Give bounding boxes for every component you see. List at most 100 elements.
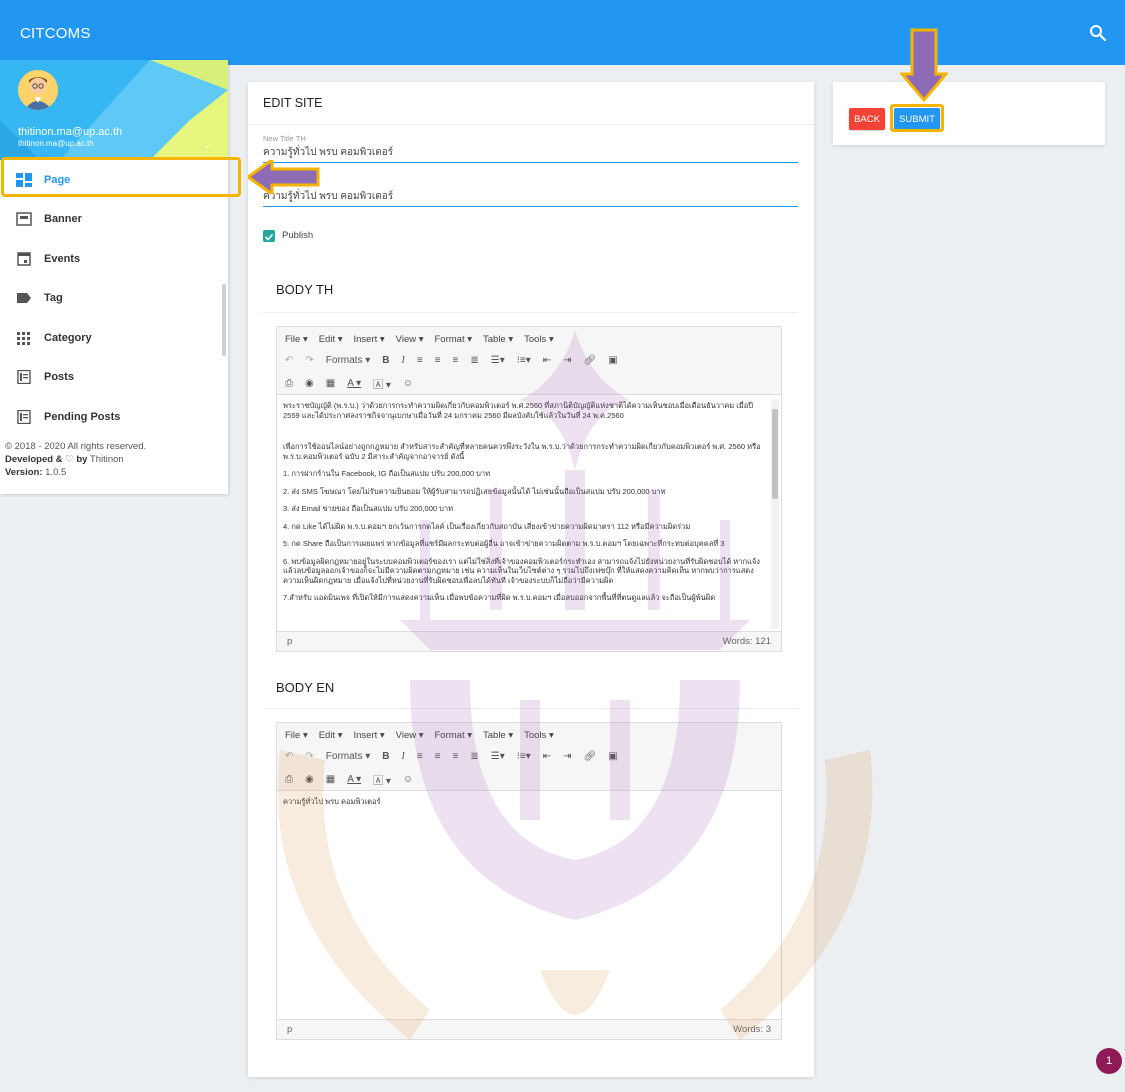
undo-icon[interactable]: ↶ [285, 355, 293, 366]
title-th-input[interactable]: ความรู้ทั่วไป พรบ คอมพิวเตอร์ [263, 145, 798, 163]
grid-icon [17, 331, 30, 345]
print-icon[interactable]: ⎙ [285, 378, 293, 389]
paragraph: 1. การฝากร้านใน Facebook, IG ถือเป็นสแปม… [283, 469, 491, 478]
sidebar-item-events[interactable]: Events [0, 239, 222, 279]
sidebar-item-label: Tag [44, 292, 63, 305]
page-title: EDIT SITE [263, 96, 323, 110]
menu-edit[interactable]: Edit ▾ [319, 730, 343, 741]
body-th-content[interactable]: พระราชบัญญัติ (พ.ร.บ.) ว่าด้วยการกระทำคว… [277, 395, 781, 631]
sidebar-item-category[interactable]: Category [0, 318, 222, 358]
align-right-icon[interactable]: ≡ [453, 751, 459, 762]
menu-table[interactable]: Table ▾ [483, 730, 513, 741]
menu-insert[interactable]: Insert ▾ [354, 730, 385, 741]
sidebar-menu: Page Banner Events Tag Category Posts Pe… [0, 160, 222, 437]
menu-file[interactable]: File ▾ [285, 730, 308, 741]
link-icon[interactable]: 🔗︎ [584, 355, 597, 366]
menu-tools[interactable]: Tools ▾ [524, 730, 554, 741]
sidebar-item-tag[interactable]: Tag [0, 279, 222, 319]
editor-statusbar: p Words: 121 [277, 631, 781, 651]
editor-menubar: File ▾ Edit ▾ Insert ▾ View ▾ Format ▾ T… [277, 723, 781, 747]
preview-icon[interactable]: ◉ [305, 378, 314, 389]
calendar-icon [17, 252, 31, 266]
body-en-editor: File ▾ Edit ▾ Insert ▾ View ▾ Format ▾ T… [276, 722, 782, 1040]
numbered-list-icon[interactable]: ⁝≡▾ [517, 355, 531, 366]
print-icon[interactable]: ⎙ [285, 774, 293, 785]
sidebar-item-label: Pending Posts [44, 410, 121, 423]
back-button[interactable]: BACK [849, 108, 885, 130]
sidebar-item-banner[interactable]: Banner [0, 200, 222, 240]
bullet-list-icon[interactable]: ☰▾ [491, 355, 505, 366]
menu-format[interactable]: Format ▾ [435, 730, 473, 741]
bold-icon[interactable]: B [382, 751, 389, 762]
align-center-icon[interactable]: ≡ [435, 355, 441, 366]
undo-icon[interactable]: ↶ [285, 751, 293, 762]
menu-view[interactable]: View ▾ [396, 334, 424, 345]
background-color-icon[interactable]: 🄰 ▾ [373, 772, 391, 787]
menu-tools[interactable]: Tools ▾ [524, 334, 554, 345]
media-icon[interactable]: ▦ [326, 378, 335, 389]
link-icon[interactable]: 🔗︎ [584, 751, 597, 762]
search-icon[interactable] [1089, 24, 1107, 42]
preview-icon[interactable]: ◉ [305, 774, 314, 785]
align-justify-icon[interactable]: ≣ [470, 751, 478, 762]
editor-scrollbar[interactable] [771, 399, 779, 629]
image-icon[interactable]: ▣ [608, 751, 617, 762]
notification-badge[interactable]: 1 [1096, 1048, 1122, 1074]
align-left-icon[interactable]: ≡ [417, 751, 423, 762]
element-path: p [287, 1024, 293, 1035]
menu-table[interactable]: Table ▾ [483, 334, 513, 345]
align-right-icon[interactable]: ≡ [453, 355, 459, 366]
paragraph: ความรู้ทั่วไป พรบ คอมพิวเตอร์ [283, 797, 381, 806]
sidebar-item-pending-posts[interactable]: Pending Posts [0, 397, 222, 437]
menu-edit[interactable]: Edit ▾ [319, 334, 343, 345]
numbered-list-icon[interactable]: ⁝≡▾ [517, 751, 531, 762]
paragraph: 2. ส่ง SMS โฆษณา โดยไม่รับความยินยอม ให้… [283, 486, 666, 496]
text-color-icon[interactable]: A ▾ [347, 378, 361, 389]
emoticons-icon[interactable]: ☺ [403, 774, 413, 785]
redo-icon[interactable]: ↷ [305, 751, 313, 762]
align-left-icon[interactable]: ≡ [417, 355, 423, 366]
body-th-title: BODY TH [276, 282, 334, 297]
formats-dropdown[interactable]: Formats ▾ [326, 355, 370, 366]
emoticons-icon[interactable]: ☺ [403, 378, 413, 389]
sidebar-scrollbar[interactable] [222, 284, 226, 356]
user-email: thitinon.ma@up.ac.th [18, 139, 94, 148]
paragraph: 7.สำหรับ แอดมินเพจ ที่เปิดให้มีการแสดงคว… [283, 593, 716, 602]
sidebar-item-posts[interactable]: Posts [0, 358, 222, 398]
word-count: Words: 3 [733, 1024, 771, 1035]
media-icon[interactable]: ▦ [326, 774, 335, 785]
menu-file[interactable]: File ▾ [285, 334, 308, 345]
bullet-list-icon[interactable]: ☰▾ [491, 751, 505, 762]
editor-toolbar: ↶ ↷ Formats ▾ B I ≡ ≡ ≡ ≣ ☰▾ ⁝≡▾ ⇤ ⇥ 🔗︎ … [277, 351, 781, 395]
menu-format[interactable]: Format ▾ [435, 334, 473, 345]
publish-label: Publish [282, 230, 314, 241]
background-color-icon[interactable]: 🄰 ▾ [373, 376, 391, 391]
bold-icon[interactable]: B [382, 355, 389, 366]
paragraph: พระราชบัญญัติ (พ.ร.บ.) ว่าด้วยการกระทำคว… [283, 401, 754, 420]
redo-icon[interactable]: ↷ [305, 355, 313, 366]
text-color-icon[interactable]: A ▾ [347, 774, 361, 785]
align-justify-icon[interactable]: ≣ [470, 355, 478, 366]
align-center-icon[interactable]: ≡ [435, 751, 441, 762]
italic-icon[interactable]: I [401, 751, 404, 762]
formats-dropdown[interactable]: Formats ▾ [326, 751, 370, 762]
element-path: p [287, 636, 293, 647]
title-en-input[interactable]: ความรู้ทั่วไป พรบ คอมพิวเตอร์ [263, 189, 798, 207]
body-en-content[interactable]: ความรู้ทั่วไป พรบ คอมพิวเตอร์ [277, 791, 781, 1019]
image-icon[interactable]: ▣ [608, 355, 617, 366]
page-highlight-box [1, 157, 241, 197]
italic-icon[interactable]: I [401, 355, 404, 366]
arrow-left-icon [248, 160, 320, 194]
menu-insert[interactable]: Insert ▾ [354, 334, 385, 345]
menu-view[interactable]: View ▾ [396, 730, 424, 741]
outdent-icon[interactable]: ⇤ [543, 355, 551, 366]
indent-icon[interactable]: ⇥ [563, 355, 571, 366]
avatar[interactable] [18, 70, 58, 110]
divider [263, 312, 798, 313]
app-brand[interactable]: CITCOMS [20, 25, 91, 42]
banner-icon [16, 212, 32, 226]
outdent-icon[interactable]: ⇤ [543, 751, 551, 762]
chevron-down-icon[interactable]: ⌄ [203, 140, 211, 151]
indent-icon[interactable]: ⇥ [563, 751, 571, 762]
publish-checkbox[interactable] [263, 230, 275, 242]
